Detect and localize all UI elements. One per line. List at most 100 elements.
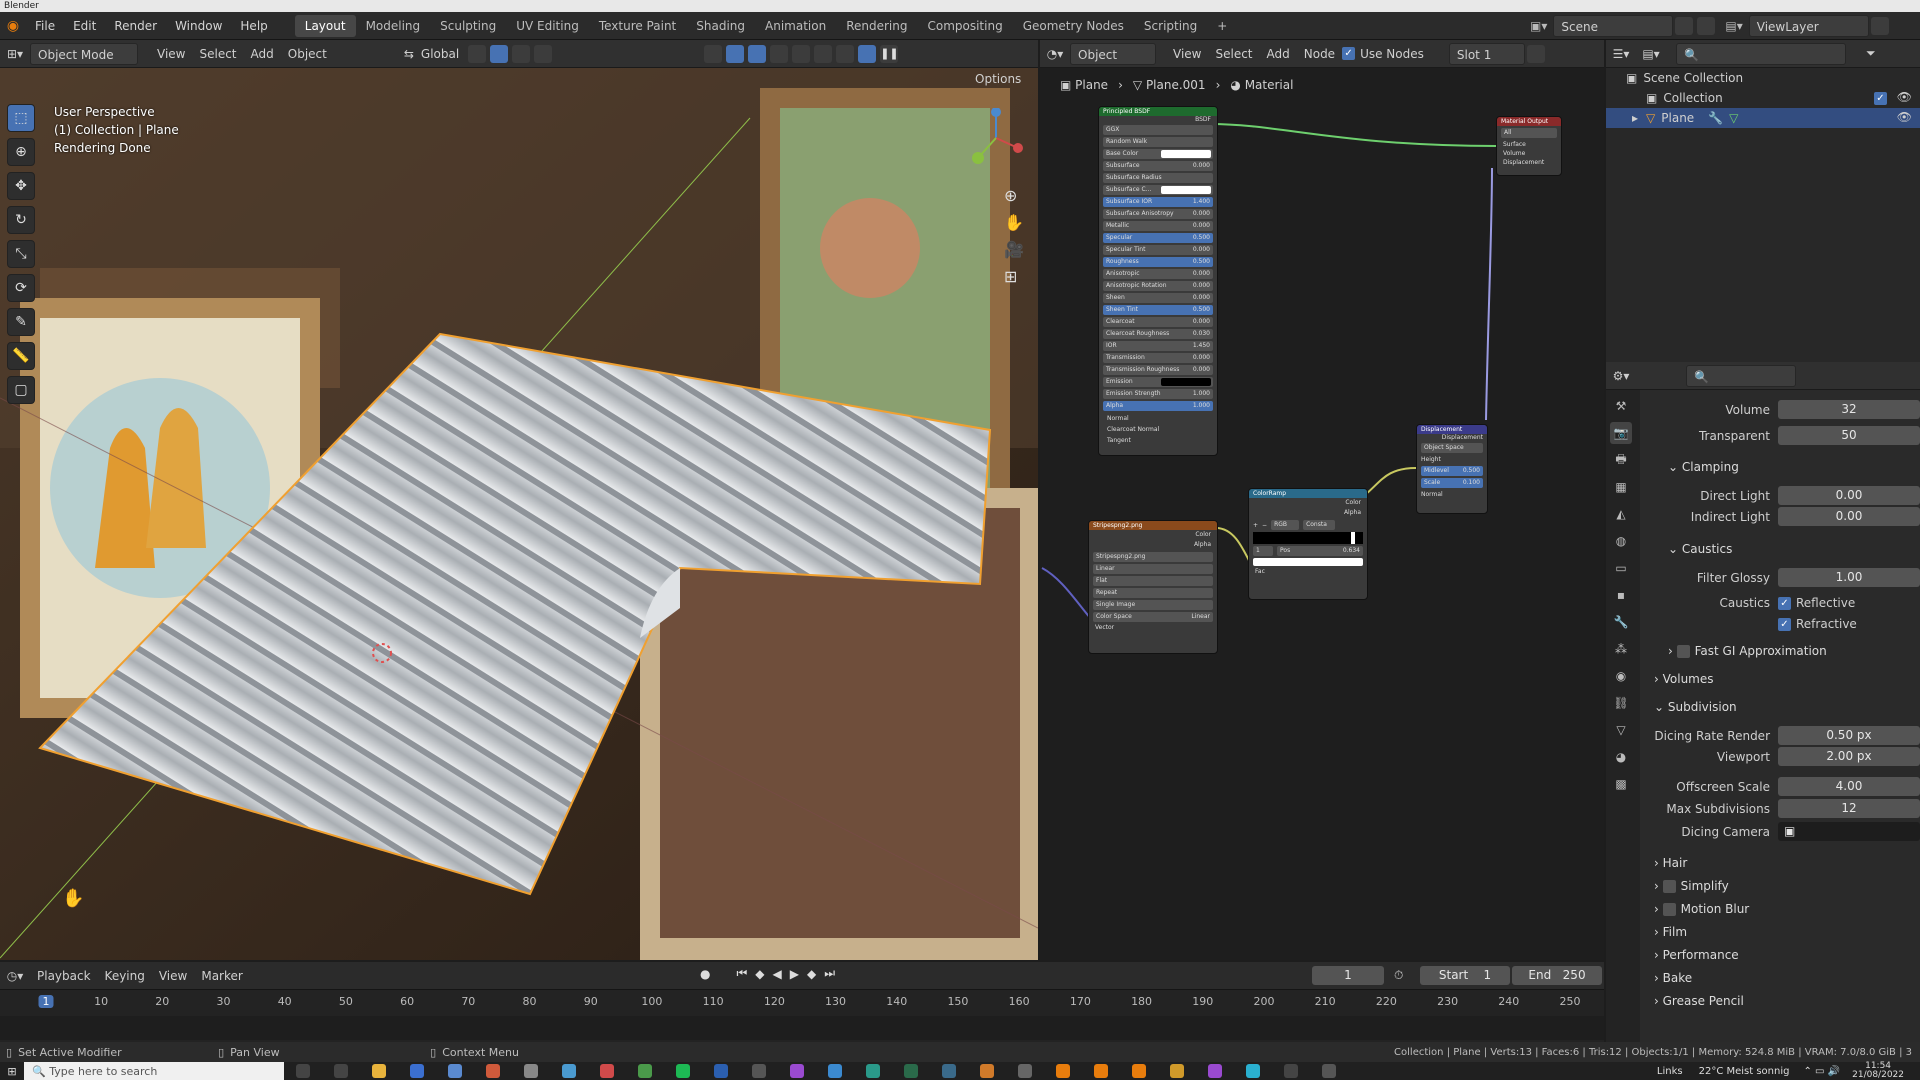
principled-bsdf-node[interactable]: Principled BSDF BSDF GGX Random Walk Base …	[1098, 106, 1218, 456]
gizmo-icon[interactable]	[726, 44, 745, 63]
fast-gi-checkbox[interactable]	[1676, 645, 1690, 658]
principled-row[interactable]: Subsurface Anisotropy 0.000	[1103, 209, 1213, 219]
color-swatch[interactable]	[1161, 150, 1211, 158]
outliner-item-collection[interactable]: ▣ Collection ✓ 👁	[1606, 88, 1920, 108]
photoshop-icon[interactable]	[714, 1064, 728, 1078]
color-ramp-node[interactable]: ColorRamp Color Alpha + − RGB Consta 1 Po…	[1248, 488, 1368, 600]
overlay-icon[interactable]	[748, 44, 767, 63]
volume-socket[interactable]: Volume	[1503, 149, 1561, 158]
principled-row[interactable]: Sheen 0.000	[1103, 293, 1213, 303]
displacement-socket[interactable]: Displacement	[1503, 158, 1561, 167]
principled-row[interactable]: Specular 0.500	[1103, 233, 1213, 243]
wireframe-shading-icon[interactable]	[792, 44, 811, 63]
navigation-gizmo[interactable]	[966, 107, 1026, 168]
ramp-color-output[interactable]: Color	[1249, 498, 1361, 508]
tab-sculpting[interactable]: Sculpting	[430, 15, 506, 37]
world-tab-icon[interactable]: ◍	[1610, 530, 1632, 552]
view-layer-icon[interactable]: ▤▾	[1725, 19, 1742, 33]
clamping-section[interactable]: ⌄ Clamping	[1654, 456, 1920, 478]
ramp-gradient[interactable]	[1253, 532, 1363, 544]
ramp-interpolation[interactable]: Consta	[1303, 520, 1336, 530]
options-button[interactable]: Options	[968, 68, 1028, 90]
menu-render[interactable]: Render	[105, 12, 166, 40]
move-icon[interactable]: ✥	[7, 172, 35, 200]
pan-hand-icon[interactable]: ✋	[1004, 213, 1024, 232]
add-cube-icon[interactable]: ▢	[7, 376, 35, 404]
chrome-icon[interactable]	[638, 1064, 652, 1078]
midlevel-field[interactable]: Midlevel 0.500	[1421, 466, 1483, 476]
height-input[interactable]: Height	[1417, 455, 1487, 464]
tab-modeling[interactable]: Modeling	[356, 15, 431, 37]
normal-disp-input[interactable]: Normal	[1417, 490, 1487, 499]
app-icon-13[interactable]	[1170, 1064, 1184, 1078]
mesh-data-icon[interactable]: ▽	[1729, 111, 1738, 125]
principled-row[interactable]: Subsurface 0.000	[1103, 161, 1213, 171]
section-performance[interactable]: › Performance	[1654, 944, 1920, 966]
outliner-search-input[interactable]: 🔍	[1676, 42, 1846, 65]
timeline-menu-playback[interactable]: Playback	[30, 965, 98, 987]
view-layer-tab-icon[interactable]: ▦	[1610, 476, 1632, 498]
app-icon-7[interactable]	[752, 1064, 766, 1078]
collection-tab-icon[interactable]: ▭	[1610, 557, 1632, 579]
app-icon-10[interactable]	[866, 1064, 880, 1078]
timeline-track[interactable]	[0, 1016, 1604, 1040]
filter-glossy-field[interactable]: 1.00	[1778, 568, 1920, 587]
caustics-section[interactable]: ⌄ Caustics	[1654, 538, 1920, 560]
principled-row[interactable]: IOR 1.450	[1103, 341, 1213, 351]
timeline-menu-keying[interactable]: Keying	[98, 965, 152, 987]
view-layer-selector[interactable]: ViewLayer	[1748, 15, 1869, 37]
viewport-menu-view[interactable]: View	[150, 43, 192, 65]
annotate-icon[interactable]: ✎	[7, 308, 35, 336]
section-film[interactable]: › Film	[1654, 921, 1920, 943]
windows-start-icon[interactable]: ⊞	[0, 1065, 24, 1078]
cortana-icon[interactable]	[296, 1064, 310, 1078]
node-editor-type-icon[interactable]: ◔▾	[1040, 47, 1070, 61]
outliner-display-icon[interactable]: ▤▾	[1636, 47, 1666, 61]
fast-gi-section[interactable]: › Fast GI Approximation	[1654, 640, 1920, 662]
section-grease-pencil[interactable]: › Grease Pencil	[1654, 990, 1920, 1012]
output-target[interactable]: All	[1501, 128, 1557, 138]
menu-help[interactable]: Help	[231, 12, 276, 40]
volumes-section[interactable]: › Volumes	[1654, 668, 1920, 690]
taskbar-clock[interactable]: 11:54 21/08/2022	[1852, 1062, 1904, 1080]
principled-row[interactable]: Alpha 1.000	[1103, 401, 1213, 411]
physics-tab-icon[interactable]: ◉	[1610, 665, 1632, 687]
principled-row[interactable]: Base Color	[1103, 149, 1213, 159]
collection-eye-icon[interactable]: 👁	[1897, 90, 1912, 104]
plane-eye-icon[interactable]: 👁	[1897, 110, 1912, 124]
ramp-remove-icon[interactable]: −	[1262, 522, 1267, 529]
scene-selector[interactable]: Scene	[1553, 15, 1674, 37]
taskbar-links[interactable]: Links	[1657, 1066, 1683, 1077]
ramp-stop-color[interactable]	[1253, 558, 1363, 566]
playhead[interactable]: 1	[38, 995, 54, 1008]
transparent-field[interactable]: 50	[1778, 426, 1920, 445]
tangent-input[interactable]: Tangent	[1107, 435, 1217, 446]
principled-row[interactable]: Random Walk	[1103, 137, 1213, 147]
ramp-mode[interactable]: RGB	[1271, 520, 1300, 530]
properties-search-input[interactable]: 🔍	[1686, 364, 1796, 387]
rotate-icon[interactable]: ↻	[7, 206, 35, 234]
pivot-icon[interactable]	[468, 44, 487, 63]
viewport-menu-object[interactable]: Object	[281, 43, 334, 65]
ramp-add-icon[interactable]: +	[1253, 522, 1258, 529]
dicing-viewport-field[interactable]: 2.00 px	[1778, 747, 1920, 766]
modifier-wrench-icon[interactable]: 🔧	[1708, 111, 1723, 125]
transform-icon[interactable]: ⟳	[7, 274, 35, 302]
expand-arrow-icon[interactable]: ▸	[1632, 111, 1638, 125]
current-frame-field[interactable]: 1	[1312, 966, 1384, 985]
use-nodes-checkbox[interactable]: ✓	[1342, 47, 1356, 60]
principled-row[interactable]: Metallic 0.000	[1103, 221, 1213, 231]
node-editor[interactable]: ▣ Plane › ▽ Plane.001 › ◕ Material Princip…	[1040, 68, 1604, 960]
material-tab-icon[interactable]: ◕	[1610, 746, 1632, 768]
dicing-camera-field[interactable]: ▣	[1778, 822, 1920, 841]
clearcoat-normal-input[interactable]: Clearcoat Normal	[1107, 424, 1217, 435]
visibility-icon[interactable]	[704, 44, 723, 63]
principled-row[interactable]: Clearcoat Roughness 0.030	[1103, 329, 1213, 339]
node-menu-view[interactable]: View	[1166, 43, 1208, 65]
image-texture-node[interactable]: Stripespng2.png Color Alpha Stripespng2.…	[1088, 520, 1218, 654]
principled-row[interactable]: Subsurface IOR 1.400	[1103, 197, 1213, 207]
pause-icon[interactable]: ❚❚	[880, 44, 899, 63]
displacement-node[interactable]: Displacement Displacement Object Space H…	[1416, 424, 1488, 514]
section-checkbox[interactable]	[1662, 880, 1676, 893]
ramp-stop-index[interactable]: 1	[1253, 546, 1273, 556]
